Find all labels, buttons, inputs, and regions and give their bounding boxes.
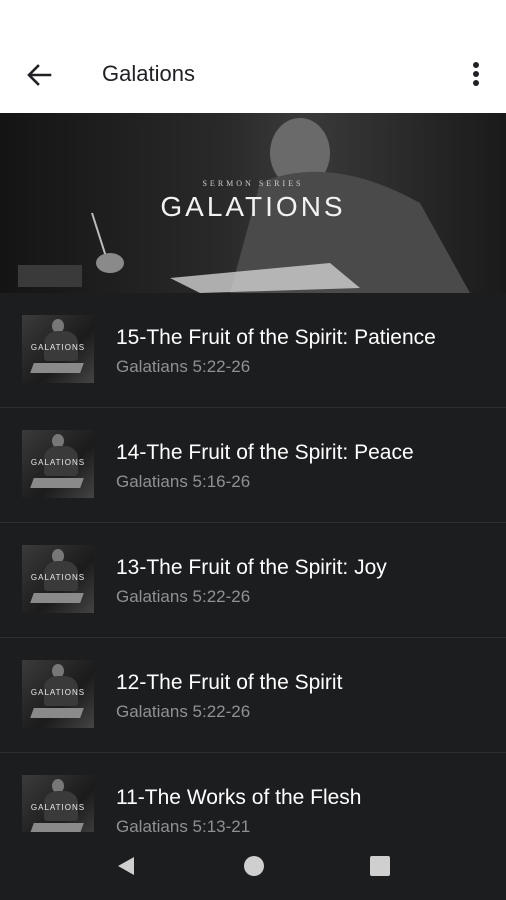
- sermon-list-item[interactable]: GALATIONS 13-The Fruit of the Spirit: Jo…: [0, 523, 506, 638]
- series-banner: SERMON SERIES GALATIONS: [0, 113, 506, 293]
- sermon-reference: Galatians 5:22-26: [116, 357, 251, 376]
- book-block: [18, 265, 82, 287]
- sermon-thumbnail: GALATIONS: [22, 545, 94, 613]
- circle-home-icon[interactable]: [242, 854, 266, 878]
- sermon-thumbnail: GALATIONS: [22, 315, 94, 383]
- banner-subtitle: SERMON SERIES: [202, 179, 304, 188]
- thumbnail-label: GALATIONS: [30, 573, 86, 582]
- sermon-thumbnail: GALATIONS: [22, 660, 94, 728]
- thumbnail-label: GALATIONS: [30, 343, 86, 352]
- triangle-back-icon[interactable]: [114, 854, 138, 878]
- sermon-list-item[interactable]: GALATIONS 15-The Fruit of the Spirit: Pa…: [0, 293, 506, 408]
- arrow-left-icon[interactable]: [22, 58, 56, 92]
- sermon-thumbnail: GALATIONS: [22, 430, 94, 498]
- sermon-list-item[interactable]: GALATIONS 14-The Fruit of the Spirit: Pe…: [0, 408, 506, 523]
- more-vert-icon[interactable]: [462, 58, 490, 92]
- sermon-reference: Galatians 5:22-26: [116, 702, 251, 721]
- sermon-list-item[interactable]: GALATIONS 12-The Fruit of the Spirit Gal…: [0, 638, 506, 753]
- thumbnail-label: GALATIONS: [30, 688, 86, 697]
- sermon-title: 15-The Fruit of the Spirit: Patience: [116, 326, 436, 349]
- sermon-reference: Galatians 5:22-26: [116, 587, 251, 606]
- banner-title: GALATIONS: [160, 191, 346, 222]
- hand: [96, 253, 124, 273]
- system-nav-bar: [0, 832, 506, 900]
- sermon-list: GALATIONS 15-The Fruit of the Spirit: Pa…: [0, 293, 506, 868]
- sermon-title: 13-The Fruit of the Spirit: Joy: [116, 556, 387, 579]
- thumbnail-label: GALATIONS: [30, 458, 86, 467]
- sermon-title: 11-The Works of the Flesh: [116, 786, 362, 809]
- app-bar: Galations: [0, 0, 506, 113]
- sermon-title: 12-The Fruit of the Spirit: [116, 671, 343, 694]
- sermon-reference: Galatians 5:16-26: [116, 472, 251, 491]
- thumbnail-label: GALATIONS: [30, 803, 86, 812]
- sermon-title: 14-The Fruit of the Spirit: Peace: [116, 441, 414, 464]
- square-recents-icon[interactable]: [368, 854, 392, 878]
- page-title: Galations: [102, 61, 195, 86]
